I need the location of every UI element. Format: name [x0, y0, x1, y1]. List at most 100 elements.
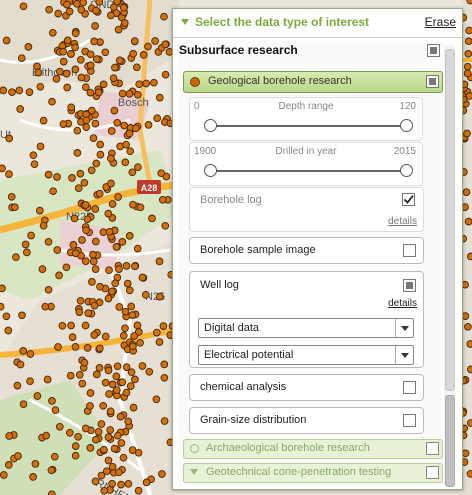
borehole-dot[interactable] [71, 451, 80, 460]
borehole-dot[interactable] [462, 188, 471, 197]
borehole-dot[interactable] [129, 403, 138, 412]
borehole-dot[interactable] [14, 452, 22, 460]
borehole-dot[interactable] [92, 159, 101, 168]
borehole-dot[interactable] [159, 322, 168, 330]
borehole-dot[interactable] [464, 37, 472, 46]
borehole-dot[interactable] [152, 395, 161, 404]
borehole-dot[interactable] [125, 129, 134, 138]
borehole-dot[interactable] [2, 312, 11, 321]
borehole-dot[interactable] [63, 83, 72, 92]
borehole-dot[interactable] [55, 67, 64, 76]
borehole-dot[interactable] [466, 340, 472, 348]
borehole-dot[interactable] [70, 214, 79, 223]
borehole-dot[interactable] [133, 244, 142, 253]
borehole-dot[interactable] [97, 420, 106, 428]
borehole-dot[interactable] [150, 78, 158, 87]
borehole-dot[interactable] [77, 73, 86, 82]
borehole-dot[interactable] [11, 203, 19, 212]
borehole-dot[interactable] [7, 192, 16, 201]
borehole-dot[interactable] [13, 381, 22, 390]
borehole-dot[interactable] [63, 36, 72, 45]
borehole-dot[interactable] [30, 160, 39, 169]
borehole-dot[interactable] [135, 80, 144, 89]
drilled-max-handle[interactable] [400, 164, 413, 177]
sample-image-card[interactable]: Borehole sample image [189, 237, 424, 264]
borehole-dot[interactable] [107, 179, 115, 188]
borehole-dot[interactable] [124, 417, 133, 426]
borehole-dot[interactable] [106, 407, 115, 416]
borehole-dot[interactable] [27, 231, 35, 240]
borehole-dot[interactable] [157, 169, 166, 178]
borehole-dot[interactable] [464, 322, 472, 331]
borehole-dot[interactable] [122, 388, 131, 397]
borehole-dot[interactable] [134, 163, 142, 172]
geotechnical-cpt-checkbox[interactable] [426, 466, 439, 479]
borehole-dot[interactable] [121, 158, 130, 167]
borehole-dot[interactable] [125, 89, 134, 98]
borehole-dot[interactable] [111, 63, 119, 72]
borehole-dot[interactable] [83, 344, 92, 352]
borehole-dot[interactable] [79, 0, 88, 7]
borehole-dot[interactable] [12, 253, 20, 262]
borehole-dot[interactable] [119, 3, 128, 12]
borehole-dot[interactable] [132, 124, 140, 133]
borehole-dot[interactable] [4, 461, 13, 469]
borehole-dot[interactable] [90, 301, 99, 310]
borehole-dot[interactable] [83, 215, 92, 224]
sample-image-checkbox[interactable] [403, 244, 416, 257]
borehole-dot[interactable] [461, 449, 470, 458]
borehole-dot[interactable] [96, 150, 105, 159]
borehole-dot[interactable] [43, 375, 52, 384]
borehole-dot[interactable] [464, 49, 472, 58]
borehole-dot[interactable] [62, 69, 71, 78]
borehole-dot[interactable] [19, 400, 28, 409]
borehole-dot[interactable] [127, 368, 136, 377]
borehole-dot[interactable] [91, 205, 100, 213]
borehole-dot[interactable] [44, 285, 53, 294]
borehole-dot[interactable] [81, 201, 90, 209]
borehole-dot[interactable] [113, 118, 122, 127]
borehole-dot[interactable] [54, 343, 62, 351]
borehole-dot[interactable] [74, 184, 83, 193]
borehole-dot[interactable] [95, 344, 104, 353]
borehole-dot[interactable] [161, 70, 170, 79]
borehole-dot[interactable] [59, 120, 68, 128]
chemical-analysis-checkbox[interactable] [403, 381, 416, 394]
borehole-dot[interactable] [16, 360, 25, 369]
borehole-dot[interactable] [55, 422, 64, 431]
borehole-dot[interactable] [153, 114, 162, 123]
borehole-dot[interactable] [0, 471, 8, 479]
borehole-dot[interactable] [102, 467, 111, 476]
borehole-dot[interactable] [107, 11, 115, 20]
borehole-dot[interactable] [23, 248, 31, 257]
borehole-dot[interactable] [55, 271, 63, 280]
borehole-dot[interactable] [116, 412, 125, 421]
borehole-dot[interactable] [4, 326, 13, 335]
borehole-dot[interactable] [152, 328, 161, 337]
borehole-dot[interactable] [95, 364, 104, 372]
borehole-dot[interactable] [108, 380, 117, 389]
borehole-dot[interactable] [2, 36, 11, 45]
borehole-dot[interactable] [138, 362, 147, 370]
borehole-dot[interactable] [77, 5, 86, 14]
borehole-dot[interactable] [78, 236, 86, 244]
borehole-dot[interactable] [5, 170, 13, 178]
borehole-dot[interactable] [101, 378, 110, 387]
borehole-dot[interactable] [48, 28, 57, 37]
borehole-dot[interactable] [142, 478, 151, 487]
borehole-dot[interactable] [90, 331, 99, 339]
borehole-dot[interactable] [129, 49, 138, 58]
borehole-dot[interactable] [113, 0, 121, 6]
borehole-dot[interactable] [119, 453, 128, 462]
borehole-dot[interactable] [131, 262, 139, 271]
borehole-dot[interactable] [54, 9, 63, 18]
borehole-dot[interactable] [160, 373, 169, 382]
borehole-dot[interactable] [71, 442, 80, 450]
borehole-dot[interactable] [125, 286, 134, 295]
borehole-dot[interactable] [0, 86, 8, 95]
borehole-dot[interactable] [5, 134, 14, 143]
borehole-dot[interactable] [71, 43, 79, 52]
borehole-dot[interactable] [63, 0, 71, 9]
borehole-dot[interactable] [144, 121, 153, 129]
borehole-dot[interactable] [76, 55, 85, 64]
